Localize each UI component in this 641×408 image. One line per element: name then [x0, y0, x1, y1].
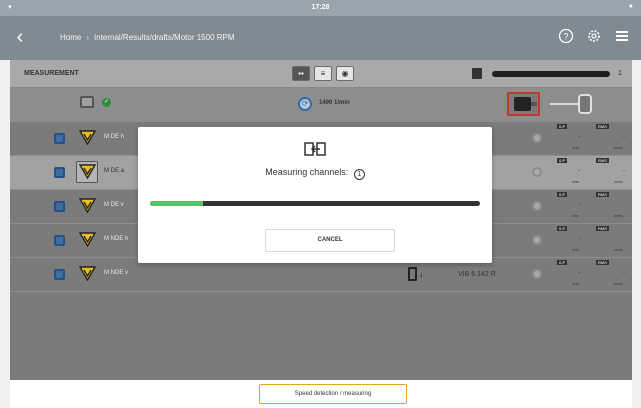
sensor-name: VIB 6.142 R [458, 271, 496, 278]
value-acceleration: - [578, 270, 580, 276]
check-ok-icon: ✓ [102, 98, 111, 107]
warning-triangle-icon [78, 163, 97, 180]
value-acceleration: - [578, 134, 580, 140]
coupled-machine-icon[interactable] [550, 94, 598, 114]
motor-icon[interactable] [507, 92, 540, 116]
breadcrumb-home[interactable]: Home [60, 33, 81, 42]
warning-triangle-icon [78, 129, 97, 146]
bottom-bar: Speed detection / measuring [10, 380, 632, 408]
value-velocity: - [623, 270, 625, 276]
measurement-point-row[interactable]: M NDE v ↓ VIB 6.142 R 0-P RMS - - m/s² mm/s [10, 258, 632, 292]
unit-velocity: mm/s [614, 146, 623, 150]
progress-fill [150, 201, 203, 206]
band-badge-rms: RMS [596, 226, 609, 231]
band-badge-rms: RMS [596, 158, 609, 163]
breadcrumb-separator: › [86, 33, 90, 42]
status-bar: ▾ 17:28 ● [0, 0, 641, 16]
band-badge-rms: RMS [596, 260, 609, 265]
unit-acceleration: m/s² [572, 146, 579, 150]
point-toggle[interactable] [532, 235, 542, 245]
machine-info-row: ✓ ⟳ 1490 1/min [10, 88, 632, 122]
device-status-bar [492, 71, 610, 77]
unit-velocity: mm/s [614, 282, 623, 286]
svg-text:?: ? [563, 32, 568, 42]
point-label: M DE v [104, 202, 124, 208]
channel-count-badge: 1 [353, 169, 365, 180]
warning-triangle-icon [78, 231, 97, 248]
value-acceleration: - [578, 236, 580, 242]
point-toggle[interactable] [532, 167, 542, 177]
value-acceleration: - [578, 168, 580, 174]
empty-area [10, 292, 632, 380]
value-acceleration: - [578, 202, 580, 208]
settings-gear-icon[interactable] [584, 28, 604, 48]
band-badge-peak: 0-P [557, 226, 568, 231]
speed-value: 1490 1/min [319, 100, 350, 106]
machine-icon [54, 133, 65, 144]
unit-acceleration: m/s² [572, 214, 579, 218]
menu-icon[interactable] [612, 28, 632, 48]
point-label: M DE h [104, 134, 125, 140]
tile-view-button[interactable]: ▪▪ [292, 66, 310, 81]
dialog-title: Measuring channels: 1 [138, 167, 492, 180]
machine-icon [54, 201, 65, 212]
point-label: M NDE v [104, 270, 128, 276]
camera-view-button[interactable]: ◉ [336, 66, 354, 81]
unit-acceleration: m/s² [572, 282, 579, 286]
band-badge-peak: 0-P [557, 192, 568, 197]
machine-icon [54, 269, 65, 280]
navigation-bar: ‹ Home › Internal/Results/drafts/Motor 1… [0, 16, 641, 60]
help-icon[interactable]: ? [556, 28, 576, 48]
unit-acceleration: m/s² [572, 248, 579, 252]
warning-triangle-icon [78, 265, 97, 282]
value-velocity: - [623, 134, 625, 140]
machine-icon [54, 235, 65, 246]
cancel-button[interactable]: CANCEL [265, 229, 395, 252]
measuring-channel-icon [304, 140, 326, 158]
back-button[interactable]: ‹ [8, 26, 32, 50]
point-label: M NDE h [104, 236, 129, 242]
point-toggle[interactable] [532, 201, 542, 211]
clock: 17:28 [311, 4, 330, 11]
list-view-button[interactable]: ≡ [314, 66, 332, 81]
speed-icon: ⟳ [298, 97, 312, 111]
value-velocity: - [623, 236, 625, 242]
band-badge-peak: 0-P [557, 124, 568, 129]
band-badge-rms: RMS [596, 192, 609, 197]
sensor-icon[interactable] [80, 96, 94, 108]
sensor-device-icon [408, 267, 417, 281]
point-toggle[interactable] [532, 269, 542, 279]
battery-icon: ● [628, 3, 633, 10]
value-velocity: - [623, 168, 625, 174]
speed-detection-status-button[interactable]: Speed detection / measuring [259, 384, 407, 404]
unit-velocity: mm/s [614, 248, 623, 252]
measurement-toolbar: MEASUREMENT ▪▪ ≡ ◉ 1 [10, 60, 632, 88]
device-icon [472, 68, 482, 79]
breadcrumb-path[interactable]: Internal/Results/drafts/Motor 1500 RPM [94, 33, 235, 42]
band-badge-rms: RMS [596, 124, 609, 129]
dialog-title-text: Measuring channels: [265, 167, 349, 177]
toolbar-title: MEASUREMENT [24, 70, 79, 77]
breadcrumb: Home › Internal/Results/drafts/Motor 150… [60, 33, 235, 42]
band-badge-peak: 0-P [557, 260, 568, 265]
arrow-down-icon: ↓ [419, 269, 424, 279]
device-count: 1 [618, 70, 622, 77]
measuring-progress-bar [150, 201, 480, 206]
unit-acceleration: m/s² [572, 180, 579, 184]
band-badge-peak: 0-P [557, 158, 568, 163]
point-label: M DE a [104, 168, 125, 174]
point-toggle[interactable] [532, 133, 542, 143]
machine-icon [54, 167, 65, 178]
value-velocity: - [623, 202, 625, 208]
unit-velocity: mm/s [614, 214, 623, 218]
measuring-dialog: Measuring channels: 1 CANCEL [138, 127, 492, 263]
warning-triangle-icon [78, 197, 97, 214]
unit-velocity: mm/s [614, 180, 623, 184]
